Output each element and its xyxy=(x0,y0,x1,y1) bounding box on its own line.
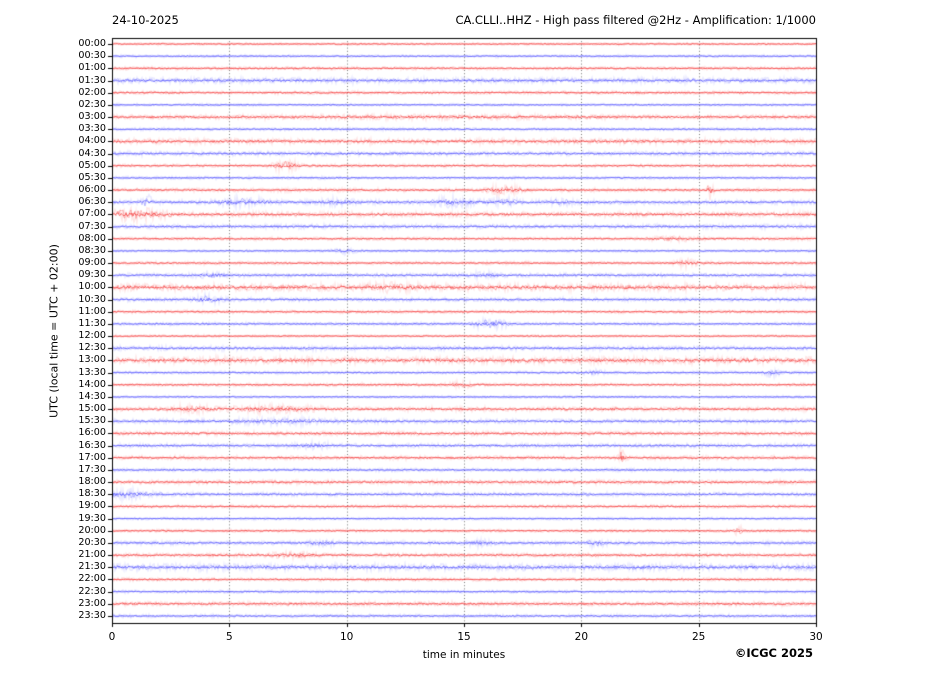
x-tick-label: 30 xyxy=(809,631,823,643)
y-tick-label: 13:00 xyxy=(78,354,106,366)
y-tick-label: 01:00 xyxy=(78,62,106,74)
y-tick-label: 01:30 xyxy=(78,74,106,86)
y-tick-label: 19:30 xyxy=(78,512,106,524)
y-tick-label: 21:00 xyxy=(78,549,106,561)
x-tick-label: 20 xyxy=(574,631,589,643)
date-label: 24-10-2025 xyxy=(112,13,179,27)
y-tick-label: 23:00 xyxy=(78,597,106,609)
x-tick-label: 15 xyxy=(457,631,471,643)
y-tick-label: 15:30 xyxy=(78,415,106,427)
x-tick-label: 10 xyxy=(339,631,354,643)
y-tick-label: 15:00 xyxy=(78,403,106,415)
y-tick-label: 03:30 xyxy=(78,123,106,135)
y-tick-label: 07:00 xyxy=(78,208,106,220)
plot-title: CA.CLLI..HHZ - High pass filtered @2Hz -… xyxy=(455,13,816,27)
y-tick-label: 19:00 xyxy=(78,500,106,512)
y-tick-label: 11:30 xyxy=(78,317,106,329)
y-tick-label: 08:30 xyxy=(78,244,106,256)
y-tick-label: 12:00 xyxy=(78,330,106,342)
y-tick-label: 02:30 xyxy=(78,98,106,110)
y-tick-label: 09:30 xyxy=(78,269,106,281)
y-tick-label: 17:00 xyxy=(78,451,106,463)
y-tick-label: 23:30 xyxy=(78,609,106,621)
y-tick-label: 07:30 xyxy=(78,220,106,232)
y-tick-label: 22:30 xyxy=(78,585,106,597)
y-tick-label: 04:30 xyxy=(78,147,106,159)
y-tick-label: 08:00 xyxy=(78,232,106,244)
y-tick-label: 14:30 xyxy=(78,390,106,402)
y-tick-label: 14:00 xyxy=(78,378,106,390)
y-tick-label: 06:30 xyxy=(78,196,106,208)
y-tick-label: 22:00 xyxy=(78,573,106,585)
y-tick-label: 04:00 xyxy=(78,135,106,147)
y-tick-label: 18:00 xyxy=(78,476,106,488)
y-tick-label: 00:30 xyxy=(78,50,106,62)
y-tick-label: 02:00 xyxy=(78,86,106,98)
y-tick-label: 12:30 xyxy=(78,342,106,354)
y-tick-label: 10:00 xyxy=(78,281,106,293)
copyright-credit: ©ICGC 2025 xyxy=(734,646,813,660)
helicorder-figure: 24-10-2025 CA.CLLI..HHZ - High pass filt… xyxy=(0,0,927,696)
y-tick-label: 13:30 xyxy=(78,366,106,378)
y-tick-label: 05:30 xyxy=(78,171,106,183)
y-tick-label: 17:30 xyxy=(78,463,106,475)
y-tick-label: 16:30 xyxy=(78,439,106,451)
x-tick-label: 25 xyxy=(691,631,706,643)
x-tick-label: 5 xyxy=(225,631,233,643)
y-tick-label: 10:30 xyxy=(78,293,106,305)
y-tick-label: 16:00 xyxy=(78,427,106,439)
y-tick-label: 11:00 xyxy=(78,305,106,317)
y-tick-label: 21:30 xyxy=(78,561,106,573)
seismogram-canvas xyxy=(0,0,927,696)
y-tick-label: 20:30 xyxy=(78,536,106,548)
y-tick-label: 20:00 xyxy=(78,524,106,536)
y-tick-label: 06:00 xyxy=(78,184,106,196)
x-tick-label: 0 xyxy=(108,631,116,643)
x-axis-label: time in minutes xyxy=(422,649,506,661)
y-tick-label: 03:00 xyxy=(78,111,106,123)
y-tick-label: 09:00 xyxy=(78,257,106,269)
y-tick-label: 18:30 xyxy=(78,488,106,500)
y-tick-label: 00:00 xyxy=(78,38,106,49)
y-tick-label: 05:00 xyxy=(78,159,106,171)
